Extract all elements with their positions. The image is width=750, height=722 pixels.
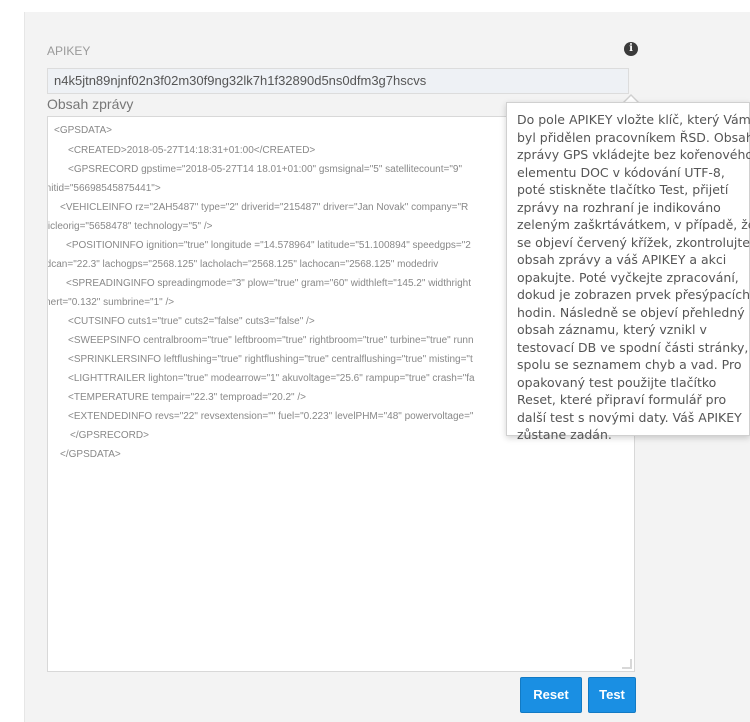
tooltip-line: zprávy na rozhraní je indikováno xyxy=(517,199,721,215)
tooltip-line: testovací DB ve spodní části stránky, xyxy=(517,339,749,355)
tooltip-line: poté stiskněte tlačítko Test, přijetí xyxy=(517,182,729,197)
apikey-input[interactable]: n4k5jtn89njnf02n3f02m30f9ng32lk7h1f32890… xyxy=(47,68,629,94)
tooltip-line: Reset, které připraví formulář pro xyxy=(517,392,727,407)
code-line: <SPREADINGINFO spreadingmode="3" plow="t… xyxy=(66,278,471,289)
message-label: Obsah zprávy xyxy=(47,96,134,112)
code-line: <POSITIONINFO ignition="true" longitude … xyxy=(66,240,471,251)
code-line: <CUTSINFO cuts1="true" cuts2="false" cut… xyxy=(68,316,315,327)
tooltip-line: zeleným zaškrtávátkem, v případě, že xyxy=(517,217,750,232)
code-line: </GPSDATA> xyxy=(60,449,121,460)
tooltip-line: byl přidělen pracovníkem ŘSD. Obsah xyxy=(517,129,750,145)
code-line: <EXTENDEDINFO revs="22" revsextension=""… xyxy=(68,411,474,422)
tooltip-line: dokud je zobrazen prvek přesýpacích xyxy=(517,287,750,302)
info-icon[interactable]: i xyxy=(624,42,638,56)
tooltip-line: spolu se seznamem chyb a vad. Pro xyxy=(517,357,742,372)
tooltip-line: další test s novými daty. Váš APIKEY xyxy=(517,409,742,425)
tooltip-line: obsah zprávy a váš APIKEY a akci xyxy=(517,252,727,267)
code-line: <CREATED>2018-05-27T14:18:31+01:00</CREA… xyxy=(68,145,316,156)
code-line: gpsunitid="56698545875441"> xyxy=(48,183,161,194)
tooltip-line: se objeví červený křížek, zkontrolujte xyxy=(517,234,750,250)
code-line: idvehicleorig="5658478" technology="5" /… xyxy=(47,221,213,232)
resize-grip-icon[interactable] xyxy=(622,659,632,669)
reset-button[interactable]: Reset xyxy=(520,677,582,713)
tooltip-line: opakovaný test použijte tlačítko xyxy=(517,374,717,390)
code-line: suminert="0.132" sumbrine="1" /> xyxy=(48,297,175,308)
apikey-label: APIKEY xyxy=(47,44,91,58)
code-line: <VEHICLEINFO rz="2AH5487" type="2" drive… xyxy=(60,202,469,213)
code-line: <LIGHTTRAILER lighton="true" modearrow="… xyxy=(68,373,475,384)
tooltip-line: opakujte. Poté vyčkejte zpracování, xyxy=(517,269,739,285)
code-line: <GPSRECORD gpstime="2018-05-27T14 18.01+… xyxy=(68,164,463,175)
tooltip-line: hodin. Následně se objeví přehledný xyxy=(517,304,745,320)
tooltip-line: obsah záznamu, který vznikl v xyxy=(517,322,707,337)
tooltip-line: Do pole APIKEY vložte klíč, který Vám xyxy=(517,112,750,127)
code-line: <SWEEPSINFO centralbroom="true" leftbroo… xyxy=(68,335,474,346)
code-line: <SPRINKLERSINFO leftflushing="true" righ… xyxy=(68,354,473,365)
tooltip-line: zprávy GPS vkládejte bez kořenového xyxy=(517,147,750,162)
test-button[interactable]: Test xyxy=(588,677,636,713)
code-line: <TEMPERATURE tempair="22.3" temproad="20… xyxy=(68,392,307,403)
tooltip-line: elementu DOC v kódování UTF-8, xyxy=(517,164,725,180)
help-tooltip: Do pole APIKEY vložte klíč, který Vám by… xyxy=(506,102,750,442)
code-line: speedcan="22.3" lachogps="2568.125" lach… xyxy=(47,259,439,270)
code-line: </GPSRECORD> xyxy=(70,430,149,441)
tooltip-line: zůstane zadán. xyxy=(517,427,612,442)
code-line: <GPSDATA> xyxy=(54,125,112,136)
